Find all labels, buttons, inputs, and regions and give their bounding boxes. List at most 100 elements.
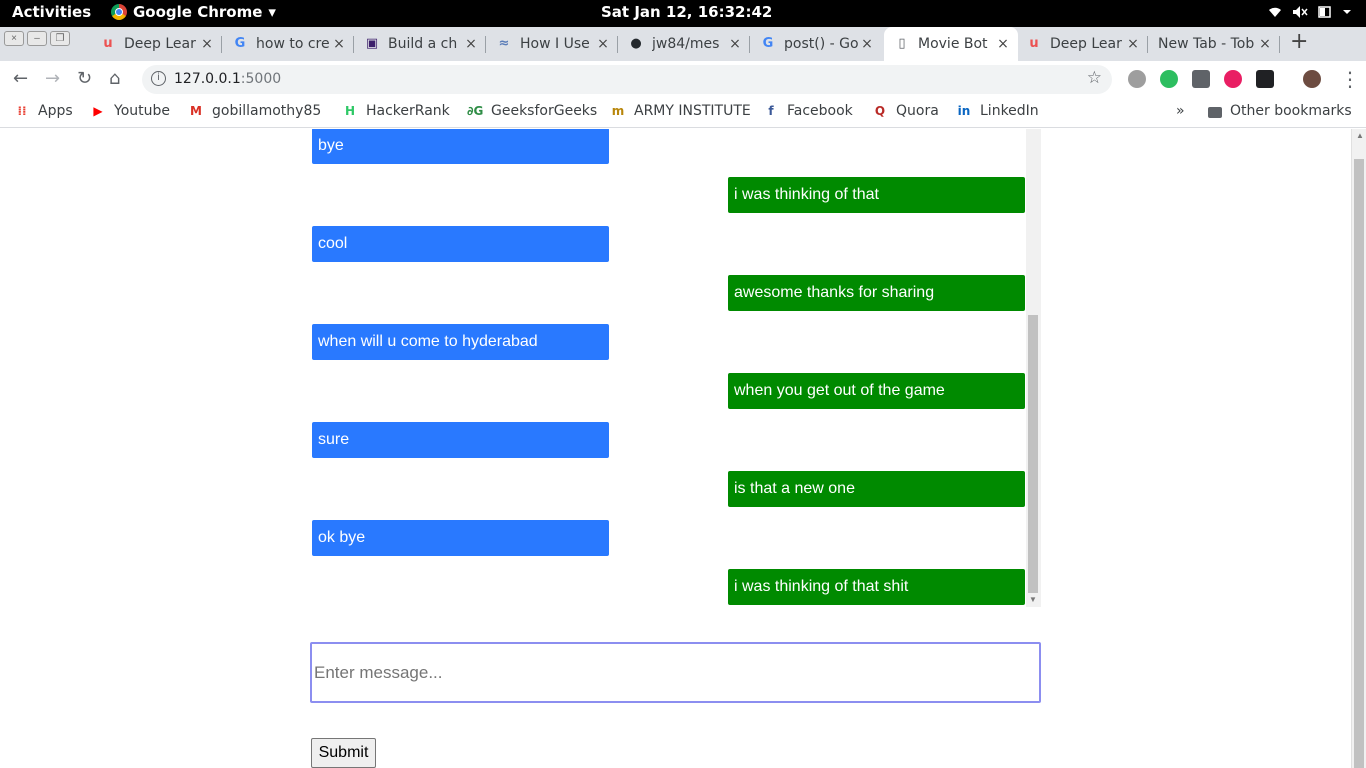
facebook-icon: f bbox=[768, 104, 774, 118]
tab-close-icon[interactable]: × bbox=[462, 36, 480, 52]
evernote-icon[interactable] bbox=[1160, 70, 1178, 88]
bookmark-hackerrank[interactable]: H HackerRank bbox=[342, 103, 450, 119]
address-bar[interactable]: i 127.0.0.1:5000 ☆ bbox=[142, 65, 1112, 94]
udemy-icon: u bbox=[103, 36, 113, 51]
geeksforgeeks-icon: ∂G bbox=[467, 104, 484, 118]
extension-keep-icon[interactable] bbox=[1192, 70, 1210, 88]
chevron-down-icon: ▾ bbox=[268, 3, 276, 21]
clock[interactable]: Sat Jan 12, 16:32:42 bbox=[601, 3, 772, 21]
bookmark-quora[interactable]: Q Quora bbox=[872, 103, 939, 119]
google-icon: G bbox=[234, 36, 246, 51]
scroll-up-arrow-icon[interactable]: ▲ bbox=[1356, 131, 1364, 140]
bookmark-facebook[interactable]: f Facebook bbox=[763, 103, 852, 119]
tab-strip: × – ❐ u Deep Lear × Ghow to cre × ▣ Build a ch… bbox=[0, 27, 1366, 61]
chrome-menu-icon[interactable]: ⋮ bbox=[1340, 67, 1360, 91]
tab-close-icon[interactable]: × bbox=[594, 36, 612, 52]
tab[interactable]: ▯ Movie Bot × bbox=[884, 27, 1018, 61]
system-tray[interactable] bbox=[1268, 5, 1352, 23]
extension-y-icon[interactable] bbox=[1224, 70, 1242, 88]
system-top-bar: Activities Google Chrome ▾ Sat Jan 12, 1… bbox=[0, 0, 1366, 27]
tab-title: Deep Lear bbox=[1050, 36, 1122, 52]
power-menu-icon bbox=[1342, 5, 1352, 23]
tab-title: jw84/mes bbox=[652, 36, 720, 52]
activities-button[interactable]: Activities bbox=[12, 3, 91, 21]
message-input[interactable] bbox=[310, 642, 1041, 703]
google-icon: G bbox=[762, 36, 774, 51]
tab-close-icon[interactable]: × bbox=[1124, 36, 1142, 52]
tab-close-icon[interactable]: × bbox=[858, 36, 876, 52]
tab[interactable]: u Deep Lear × bbox=[90, 27, 222, 61]
bot-message: i was thinking of that shit bbox=[728, 569, 1025, 605]
bookmark-army-institute[interactable]: m ARMY INSTITUTE bbox=[610, 103, 751, 119]
tab-close-icon[interactable]: × bbox=[1256, 36, 1274, 52]
user-message: cool bbox=[312, 226, 609, 262]
tab[interactable]: ≈ How I Use × bbox=[486, 27, 618, 61]
institute-icon: m bbox=[611, 104, 625, 118]
scroll-down-arrow-icon[interactable]: ▼ bbox=[1029, 595, 1037, 604]
bot-message: when you get out of the game bbox=[728, 373, 1025, 409]
bookmark-label: Apps bbox=[38, 103, 73, 119]
youtube-icon: ▶ bbox=[93, 104, 103, 118]
window-minimize-button[interactable]: – bbox=[27, 31, 47, 46]
back-button[interactable]: ← bbox=[13, 68, 28, 89]
chat-scrollbar-thumb[interactable] bbox=[1028, 315, 1038, 593]
bookmark-label: Quora bbox=[896, 103, 939, 119]
site-icon: ≈ bbox=[498, 36, 510, 51]
avatar[interactable] bbox=[1303, 70, 1321, 88]
tab-close-icon[interactable]: × bbox=[198, 36, 216, 52]
site-info-icon[interactable]: i bbox=[151, 71, 166, 86]
new-tab-button[interactable]: + bbox=[1290, 29, 1308, 54]
forward-button[interactable]: → bbox=[45, 68, 60, 89]
page-scrollbar-thumb[interactable] bbox=[1354, 159, 1364, 768]
tab[interactable]: New Tab - Tob × bbox=[1148, 27, 1280, 61]
other-bookmarks-label: Other bookmarks bbox=[1230, 103, 1352, 119]
user-message: when will u come to hyderabad bbox=[312, 324, 609, 360]
wifi-icon bbox=[1268, 5, 1282, 23]
tab-title: how to cre bbox=[256, 36, 330, 52]
tab-close-icon[interactable]: × bbox=[330, 36, 348, 52]
url-host: 127.0.0.1 bbox=[174, 71, 241, 87]
submit-button[interactable]: Submit bbox=[311, 738, 376, 768]
other-bookmarks-folder[interactable]: Other bookmarks bbox=[1208, 103, 1352, 119]
app-menu[interactable]: Google Chrome ▾ bbox=[111, 3, 276, 21]
url-text[interactable]: 127.0.0.1:5000 bbox=[174, 71, 281, 87]
window-maximize-button[interactable]: ❐ bbox=[50, 31, 70, 46]
reload-button[interactable]: ↻ bbox=[77, 68, 92, 89]
bookmarks-overflow-button[interactable]: » bbox=[1176, 103, 1185, 119]
bookmark-apps[interactable]: ⁞⁞ Apps bbox=[14, 103, 73, 119]
bookmark-linkedin[interactable]: in LinkedIn bbox=[956, 103, 1039, 119]
tab-title: post() - Go bbox=[784, 36, 858, 52]
hackerrank-icon: H bbox=[344, 104, 356, 118]
extension-icon[interactable] bbox=[1128, 70, 1146, 88]
chat-log[interactable]: bye i was thinking of that cool awesome tha… bbox=[311, 129, 1041, 607]
bookmark-geeksforgeeks[interactable]: ∂G GeeksforGeeks bbox=[467, 103, 597, 119]
home-button[interactable]: ⌂ bbox=[109, 68, 120, 89]
bookmark-label: GeeksforGeeks bbox=[491, 103, 598, 119]
chat-scrollbar[interactable]: ▼ bbox=[1026, 129, 1041, 607]
bookmark-gobillamothy85[interactable]: Mgobillamothy85 bbox=[188, 103, 321, 119]
tab-close-icon[interactable]: × bbox=[994, 36, 1012, 52]
page-scrollbar[interactable]: ▲ bbox=[1351, 129, 1366, 768]
folder-icon bbox=[1208, 106, 1222, 118]
tab-close-icon[interactable]: × bbox=[726, 36, 744, 52]
user-message: bye bbox=[312, 129, 609, 164]
tab[interactable]: Ghow to cre × bbox=[222, 27, 354, 61]
window-close-button[interactable]: × bbox=[4, 31, 24, 46]
chrome-icon bbox=[111, 4, 127, 20]
tab[interactable]: Gpost() - Go × bbox=[750, 27, 882, 61]
tab[interactable]: ▣ Build a ch × bbox=[354, 27, 486, 61]
gmail-icon: M bbox=[190, 104, 202, 118]
url-port: :5000 bbox=[240, 71, 282, 87]
window-controls: × – ❐ bbox=[4, 31, 70, 46]
bookmark-label: Youtube bbox=[114, 103, 170, 119]
app-name: Google Chrome bbox=[133, 3, 263, 21]
bookmark-label: LinkedIn bbox=[980, 103, 1039, 119]
tab[interactable]: ● jw84/mes × bbox=[618, 27, 750, 61]
battery-icon bbox=[1318, 5, 1332, 23]
tab[interactable]: u Deep Lear × bbox=[1016, 27, 1148, 61]
bookmark-star-icon[interactable]: ☆ bbox=[1087, 68, 1102, 88]
bookmark-youtube[interactable]: ▶ Youtube bbox=[90, 103, 170, 119]
extension-gnome-icon[interactable] bbox=[1256, 70, 1274, 88]
site-icon: ▣ bbox=[365, 36, 379, 51]
apps-grid-icon: ⁞⁞ bbox=[17, 104, 27, 118]
